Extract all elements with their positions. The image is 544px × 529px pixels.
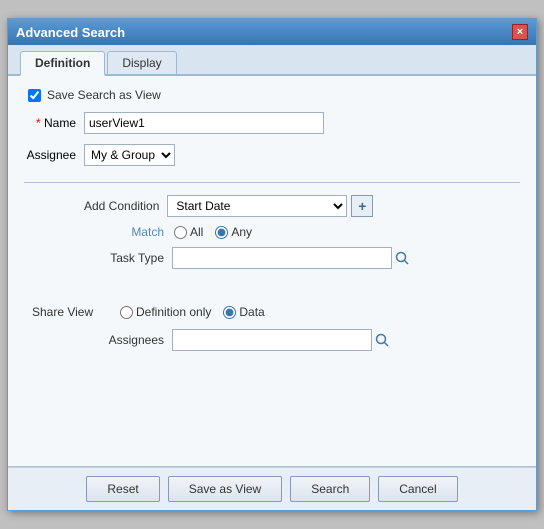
definition-only-label: Definition only <box>136 305 211 319</box>
name-input[interactable] <box>84 112 324 134</box>
match-all-label: All <box>190 225 203 239</box>
match-any-radio[interactable] <box>215 226 228 239</box>
save-as-view-button[interactable]: Save as View <box>168 476 283 502</box>
match-row: Match All Any <box>24 225 520 239</box>
task-type-input[interactable] <box>172 247 392 269</box>
match-any-option[interactable]: Any <box>215 225 252 239</box>
save-search-label: Save Search as View <box>47 88 161 102</box>
name-label: * Name <box>24 116 84 130</box>
content-area: Save Search as View * Name Assignee My &… <box>8 76 536 466</box>
assignees-row: Assignees <box>24 329 520 351</box>
tabs-bar: Definition Display <box>8 45 536 76</box>
close-button[interactable]: × <box>512 24 528 40</box>
assignees-input[interactable] <box>172 329 372 351</box>
save-search-checkbox[interactable] <box>28 89 41 102</box>
save-search-row: Save Search as View <box>24 88 520 102</box>
match-any-label: Any <box>231 225 252 239</box>
match-label: Match <box>84 225 164 239</box>
spacer <box>24 285 520 305</box>
search-icon <box>375 333 389 347</box>
match-radio-group: All Any <box>174 225 252 239</box>
task-type-row: Task Type <box>24 247 520 269</box>
data-option[interactable]: Data <box>223 305 264 319</box>
task-type-label: Task Type <box>84 251 164 265</box>
definition-only-radio[interactable] <box>120 306 133 319</box>
add-condition-row: Add Condition Start Date End Date Priori… <box>24 195 520 217</box>
assignee-row: Assignee My & Group Me Group Anyone <box>24 144 520 166</box>
add-condition-label: Add Condition <box>84 199 159 213</box>
match-all-radio[interactable] <box>174 226 187 239</box>
dialog-footer: Reset Save as View Search Cancel <box>8 467 536 510</box>
condition-select[interactable]: Start Date End Date Priority Status <box>167 195 347 217</box>
task-type-search-button[interactable] <box>392 248 412 268</box>
search-icon <box>395 251 409 265</box>
share-view-label: Share View <box>32 305 112 319</box>
search-button[interactable]: Search <box>290 476 370 502</box>
tab-display[interactable]: Display <box>107 51 176 74</box>
reset-button[interactable]: Reset <box>86 476 159 502</box>
definition-only-option[interactable]: Definition only <box>120 305 211 319</box>
share-view-radio-group: Definition only Data <box>120 305 265 319</box>
tab-definition[interactable]: Definition <box>20 51 105 76</box>
name-row: * Name <box>24 112 520 134</box>
dialog-body: Definition Display Save Search as View *… <box>8 45 536 510</box>
assignee-select[interactable]: My & Group Me Group Anyone <box>84 144 175 166</box>
share-view-row: Share View Definition only Data <box>24 305 520 319</box>
required-star: * <box>36 116 41 130</box>
assignee-label: Assignee <box>24 148 84 162</box>
dialog-titlebar: Advanced Search × <box>8 19 536 45</box>
separator-1 <box>24 182 520 183</box>
data-label: Data <box>239 305 264 319</box>
data-radio[interactable] <box>223 306 236 319</box>
match-all-option[interactable]: All <box>174 225 203 239</box>
assignees-search-button[interactable] <box>372 330 392 350</box>
cancel-button[interactable]: Cancel <box>378 476 457 502</box>
dialog-title: Advanced Search <box>16 25 125 40</box>
advanced-search-dialog: Advanced Search × Definition Display Sav… <box>7 18 537 511</box>
assignees-label: Assignees <box>84 333 164 347</box>
add-condition-button[interactable]: + <box>351 195 373 217</box>
